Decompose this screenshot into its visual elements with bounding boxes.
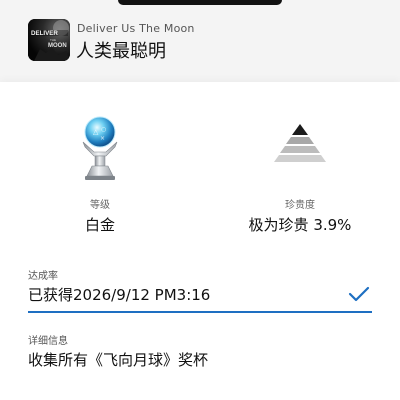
grade-value: 白金 xyxy=(84,216,115,234)
rarity-label: 珍贵度 xyxy=(285,200,315,211)
game-cover-image[interactable]: DELIVER THE MOON xyxy=(28,19,70,61)
game-title: Deliver Us The Moon xyxy=(77,22,195,35)
achievement-label: 达成率 xyxy=(28,271,58,282)
svg-text:×: × xyxy=(100,135,105,142)
achievement-date: 已获得2026/9/12 PM3:16 xyxy=(28,286,211,304)
trophy-info-card: △ ○ × 等级 白金 珍贵度 极为珍贵 3.9% 达成率 已获得2026/9/… xyxy=(0,82,400,400)
top-banner-image xyxy=(118,0,282,5)
checkmark-icon xyxy=(348,286,370,301)
svg-text:THE: THE xyxy=(50,38,56,42)
achievement-field: 达成率 已获得2026/9/12 PM3:16 xyxy=(28,267,372,313)
rarity-stat: 珍贵度 极为珍贵 3.9% xyxy=(200,114,400,235)
detail-label: 详细信息 xyxy=(28,336,68,347)
detail-field: 详细信息 收集所有《飞向月球》奖杯 xyxy=(28,332,372,370)
grade-stat: △ ○ × 等级 白金 xyxy=(0,114,200,235)
svg-text:△: △ xyxy=(93,128,99,136)
platinum-trophy-icon: △ ○ × xyxy=(0,114,200,186)
svg-text:DELIVER: DELIVER xyxy=(31,30,58,37)
svg-text:MOON: MOON xyxy=(48,43,67,49)
rarity-value: 极为珍贵 3.9% xyxy=(248,216,352,234)
grade-label: 等级 xyxy=(90,200,110,211)
svg-text:○: ○ xyxy=(101,126,106,133)
pyramid-rarity-icon xyxy=(200,114,400,186)
trophy-detail-screen: DELIVER THE MOON Deliver Us The Moon 人类最… xyxy=(0,0,400,400)
trophy-name: 人类最聪明 xyxy=(76,41,166,62)
detail-value: 收集所有《飞向月球》奖杯 xyxy=(28,351,209,369)
trophy-header: DELIVER THE MOON Deliver Us The Moon 人类最… xyxy=(0,0,400,82)
achievement-underline xyxy=(28,311,372,313)
